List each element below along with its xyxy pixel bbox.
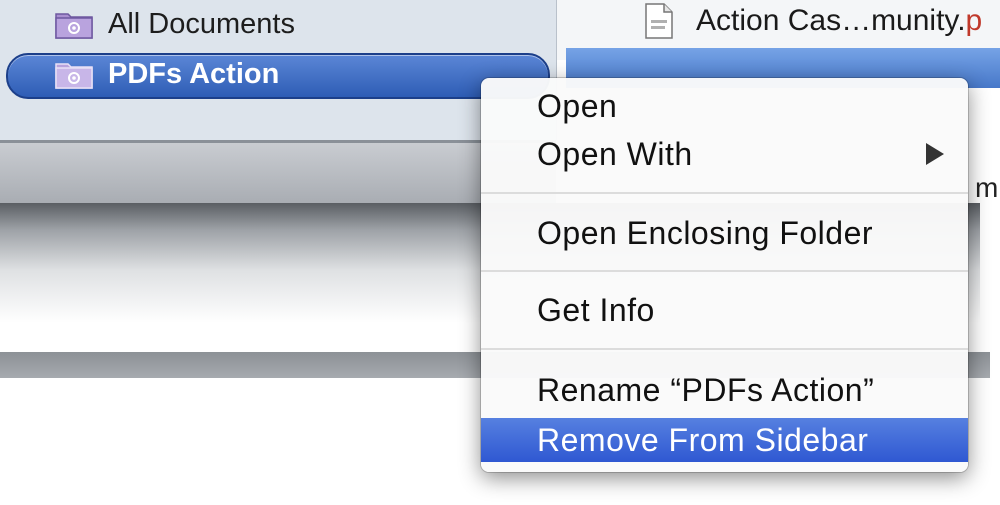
menu-item-label: Remove From Sidebar [537, 421, 869, 458]
file-list-item[interactable]: Action Cas…munity.p [642, 0, 982, 42]
menu-separator [481, 270, 968, 272]
menu-item-label: Rename “PDFs Action” [537, 371, 875, 408]
menu-item-label: Open Enclosing Folder [537, 214, 874, 251]
smart-folder-icon [54, 58, 94, 90]
menu-item-label: Get Info [537, 291, 655, 328]
submenu-arrow-icon [926, 143, 944, 165]
menu-item-get-info[interactable]: Get Info [481, 288, 968, 332]
menu-item-label: Open With [537, 135, 693, 172]
sidebar-item-label: PDFs Action [108, 57, 280, 90]
document-icon [642, 2, 676, 40]
sidebar-item-label: All Documents [108, 7, 295, 40]
menu-item-remove-from-sidebar[interactable]: Remove From Sidebar [481, 418, 968, 462]
file-list-partial-text: m [975, 172, 999, 203]
sidebar-footer [0, 143, 556, 203]
menu-item-open[interactable]: Open [481, 84, 968, 128]
menu-separator [481, 192, 968, 194]
smart-folder-icon [54, 8, 94, 40]
menu-separator [481, 348, 968, 350]
file-name: Action Cas…munity.p [696, 4, 983, 37]
menu-item-rename[interactable]: Rename “PDFs Action” [481, 368, 968, 412]
menu-item-label: Open [537, 87, 618, 124]
menu-item-open-with[interactable]: Open With [481, 132, 968, 176]
sidebar-item-pdfs-action[interactable]: PDFs Action [54, 56, 279, 92]
menu-item-open-enclosing-folder[interactable]: Open Enclosing Folder [481, 211, 968, 255]
context-menu: Open Open With Open Enclosing Folder Get… [481, 78, 968, 472]
sidebar-item-all-documents[interactable]: All Documents [54, 6, 295, 42]
